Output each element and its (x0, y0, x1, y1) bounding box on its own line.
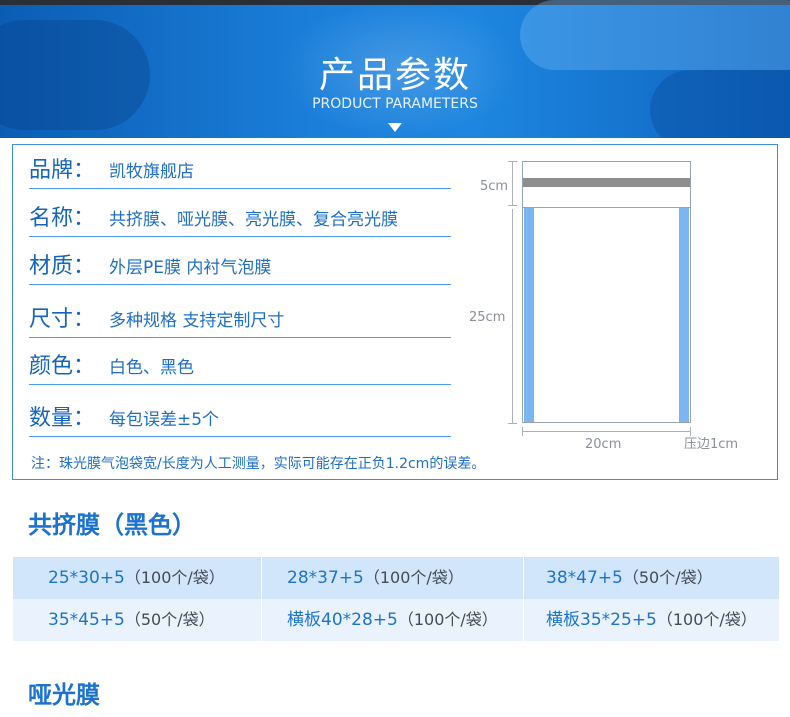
section-title-matte: 哑光膜 (28, 681, 100, 709)
pressed-edge-right (679, 208, 689, 422)
quantity-value: （100个/袋） (397, 610, 498, 629)
size-value: 28*37+5 (287, 568, 364, 588)
quantity-value: （100个/袋） (363, 568, 464, 587)
pressed-edge-left (524, 208, 534, 422)
param-key: 颜色： (29, 354, 96, 379)
length-dimension-label: 25cm (469, 310, 506, 325)
section-title-coextruded-black: 共挤膜（黑色） (28, 511, 196, 539)
banner-title: 产品参数 (318, 55, 471, 96)
param-key: 数量： (29, 406, 96, 431)
param-row-size: 尺寸： 多种规格 支持定制尺寸 (29, 302, 451, 338)
bag-size-diagram: 5cm 25cm 20cm 压边1cm (465, 159, 765, 459)
param-row-color: 颜色： 白色、黑色 (29, 349, 451, 385)
quantity-value: （50个/袋） (622, 568, 713, 587)
param-value: 多种规格 支持定制尺寸 (109, 311, 285, 331)
param-key: 材质： (29, 254, 96, 279)
param-key: 尺寸： (29, 307, 96, 332)
param-value: 共挤膜、哑光膜、亮光膜、复合亮光膜 (109, 210, 398, 230)
param-value: 白色、黑色 (109, 358, 194, 378)
banner: 产品参数 PRODUCT PARAMETERS (0, 0, 790, 138)
size-value: 35*45+5 (48, 610, 125, 630)
param-key: 品牌： (29, 158, 96, 183)
dimension-tick (508, 423, 517, 424)
down-arrow-icon (388, 123, 402, 132)
table-row: 25*30+5（100个/袋） 28*37+5（100个/袋） 38*47+5（… (13, 557, 779, 599)
length-dimension-line (512, 209, 513, 423)
measurement-note: 注：珠光膜气泡袋宽/长度为人工测量，实际可能存在正负1.2cm的误差。 (31, 456, 486, 472)
width-dimension-line (522, 431, 691, 432)
size-cell: 35*45+5（50个/袋） (13, 599, 260, 641)
width-dimension-label: 20cm (585, 437, 622, 452)
flap-dimension-line (512, 161, 513, 205)
param-value: 外层PE膜 内衬气泡膜 (109, 258, 272, 278)
size-value: 25*30+5 (48, 568, 125, 588)
quantity-value: （50个/袋） (124, 610, 215, 629)
flap-dimension-label: 5cm (480, 179, 509, 194)
flap-seal-line (523, 207, 690, 208)
bag-outline (522, 161, 691, 423)
banner-subtitle: PRODUCT PARAMETERS (312, 96, 478, 112)
param-value: 凯牧旗舰店 (109, 162, 194, 182)
param-row-quantity: 数量： 每包误差±5个 (29, 401, 451, 437)
size-cell: 横板35*25+5（100个/袋） (523, 599, 779, 641)
size-value: 38*47+5 (546, 568, 623, 588)
dimension-tick (508, 205, 517, 206)
table-row: 35*45+5（50个/袋） 横板40*28+5（100个/袋） 横板35*25… (13, 599, 779, 641)
param-value: 每包误差±5个 (109, 410, 220, 430)
adhesive-strip (523, 178, 690, 187)
size-cell: 28*37+5（100个/袋） (261, 557, 523, 599)
dimension-tick (508, 161, 517, 162)
size-value: 横板40*28+5 (287, 610, 398, 630)
param-row-name: 名称： 共挤膜、哑光膜、亮光膜、复合亮光膜 (29, 201, 451, 237)
size-cell: 38*47+5（50个/袋） (523, 557, 779, 599)
size-cell: 25*30+5（100个/袋） (13, 557, 260, 599)
dimension-tick (522, 427, 523, 436)
quantity-value: （100个/袋） (124, 568, 225, 587)
edge-dimension-label: 压边1cm (684, 437, 739, 452)
param-row-material: 材质： 外层PE膜 内衬气泡膜 (29, 249, 451, 285)
param-row-brand: 品牌： 凯牧旗舰店 (29, 153, 451, 189)
parameters-panel: 品牌： 凯牧旗舰店 名称： 共挤膜、哑光膜、亮光膜、复合亮光膜 材质： 外层PE… (12, 144, 778, 480)
size-value: 横板35*25+5 (546, 610, 657, 630)
size-table: 25*30+5（100个/袋） 28*37+5（100个/袋） 38*47+5（… (13, 557, 779, 641)
param-key: 名称： (29, 206, 96, 231)
quantity-value: （100个/袋） (656, 610, 757, 629)
size-cell: 横板40*28+5（100个/袋） (261, 599, 523, 641)
